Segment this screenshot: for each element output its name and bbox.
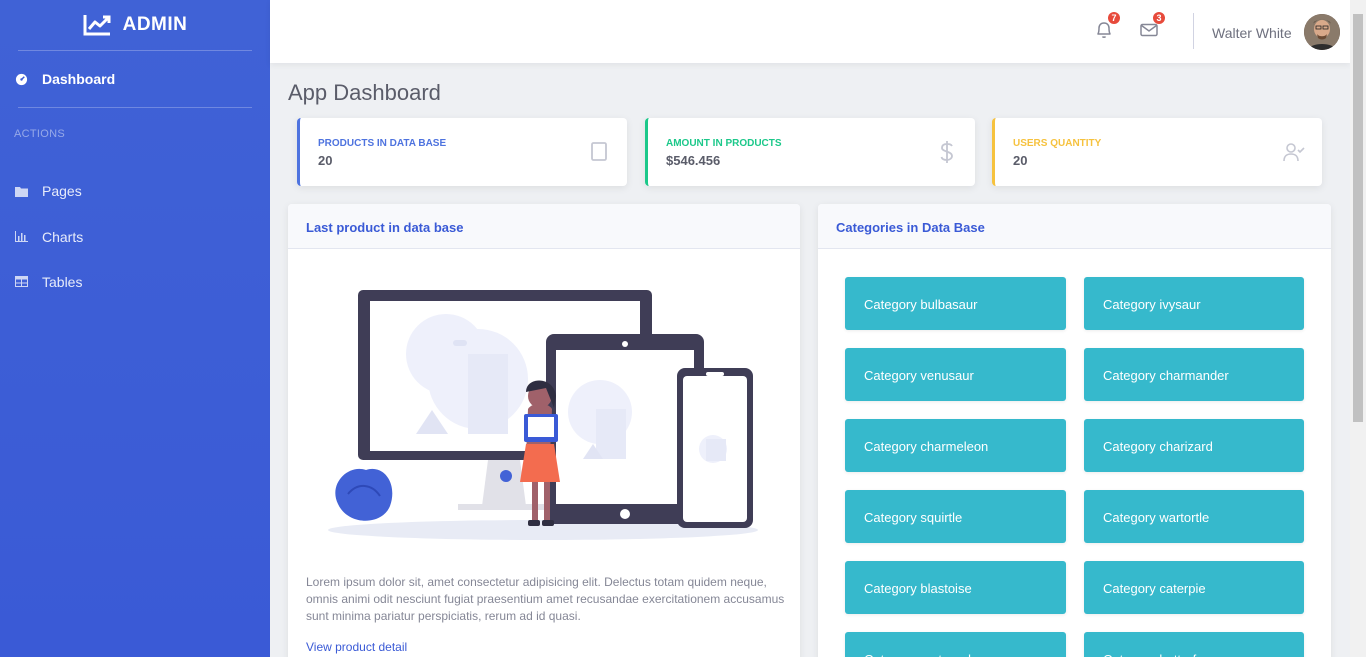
stat-label: USERS QUANTITY (1013, 138, 1102, 149)
category-button[interactable]: Category charizard (1084, 419, 1304, 472)
stat-value: 20 (1013, 153, 1028, 168)
chart-line-icon (83, 15, 111, 36)
product-card: Last product in data base Lorem ipsum do… (288, 204, 800, 657)
category-button[interactable]: Category wartortle (1084, 490, 1304, 543)
messages-button[interactable]: 3 (1139, 12, 1165, 40)
stat-label: AMOUNT IN PRODUCTS (666, 138, 782, 149)
categories-card-title: Categories in Data Base (818, 204, 1331, 249)
clipboard-icon (587, 140, 611, 164)
sidebar-item-label: Charts (42, 228, 84, 245)
category-button[interactable]: Category ivysaur (1084, 277, 1304, 330)
view-product-detail-link[interactable]: View product detail (306, 640, 407, 654)
user-check-icon (1282, 140, 1306, 164)
category-button[interactable]: Category blastoise (845, 561, 1066, 614)
category-button[interactable]: Category caterpie (1084, 561, 1304, 614)
stat-card-amount: AMOUNT IN PRODUCTS $546.456 (645, 118, 975, 186)
user-name[interactable]: Walter White (1212, 25, 1292, 41)
sidebar-item-label: Tables (42, 273, 83, 290)
sidebar-item-tables[interactable]: Tables (0, 259, 270, 304)
tachometer-icon (14, 72, 28, 86)
table-icon (14, 275, 28, 289)
sidebar-item-label: Pages (42, 183, 82, 199)
alerts-count-badge: 7 (1108, 12, 1120, 24)
stat-value: $546.456 (666, 153, 721, 168)
topbar-divider (1193, 13, 1194, 49)
devices-illustration (328, 290, 758, 540)
sidebar-item-label: Dashboard (42, 71, 116, 87)
sidebar-item-charts[interactable]: Charts (0, 214, 270, 259)
alerts-button[interactable]: 7 (1094, 12, 1120, 40)
product-card-title: Last product in data base (288, 204, 800, 249)
brand[interactable]: ADMIN (0, 0, 270, 50)
stat-value: 20 (318, 153, 333, 168)
topbar: 7 3 Walter White (270, 0, 1350, 63)
page-scrollbar[interactable] (1350, 0, 1366, 657)
category-button[interactable]: Category charmander (1084, 348, 1304, 401)
stat-card-users: USERS QUANTITY 20 (992, 118, 1322, 186)
category-button[interactable]: Category squirtle (845, 490, 1066, 543)
scrollbar-thumb[interactable] (1353, 14, 1363, 422)
sidebar-heading: ACTIONS (14, 128, 65, 140)
stat-card-products: PRODUCTS IN DATA BASE 20 (297, 118, 627, 186)
sidebar-item-pages[interactable]: Pages (0, 168, 270, 214)
page-title: App Dashboard (288, 80, 441, 105)
category-button[interactable]: Category metapod (845, 632, 1066, 657)
dollar-icon (935, 140, 959, 164)
stat-label: PRODUCTS IN DATA BASE (318, 138, 447, 149)
messages-count-badge: 3 (1153, 12, 1165, 24)
category-button[interactable]: Category bulbasaur (845, 277, 1066, 330)
chart-bar-icon (14, 230, 28, 244)
product-description: Lorem ipsum dolor sit, amet consectetur … (306, 575, 785, 623)
category-button[interactable]: Category venusaur (845, 348, 1066, 401)
categories-card: Categories in Data Base Category bulbasa… (818, 204, 1331, 657)
folder-icon (14, 184, 28, 198)
avatar[interactable] (1304, 14, 1340, 50)
category-button[interactable]: Category butterfree (1084, 632, 1304, 657)
brand-title: ADMIN (122, 14, 188, 35)
sidebar: ADMIN Dashboard ACTIONS Pages Charts Tab… (0, 0, 270, 657)
sidebar-item-dashboard[interactable]: Dashboard (0, 51, 270, 107)
category-button[interactable]: Category charmeleon (845, 419, 1066, 472)
